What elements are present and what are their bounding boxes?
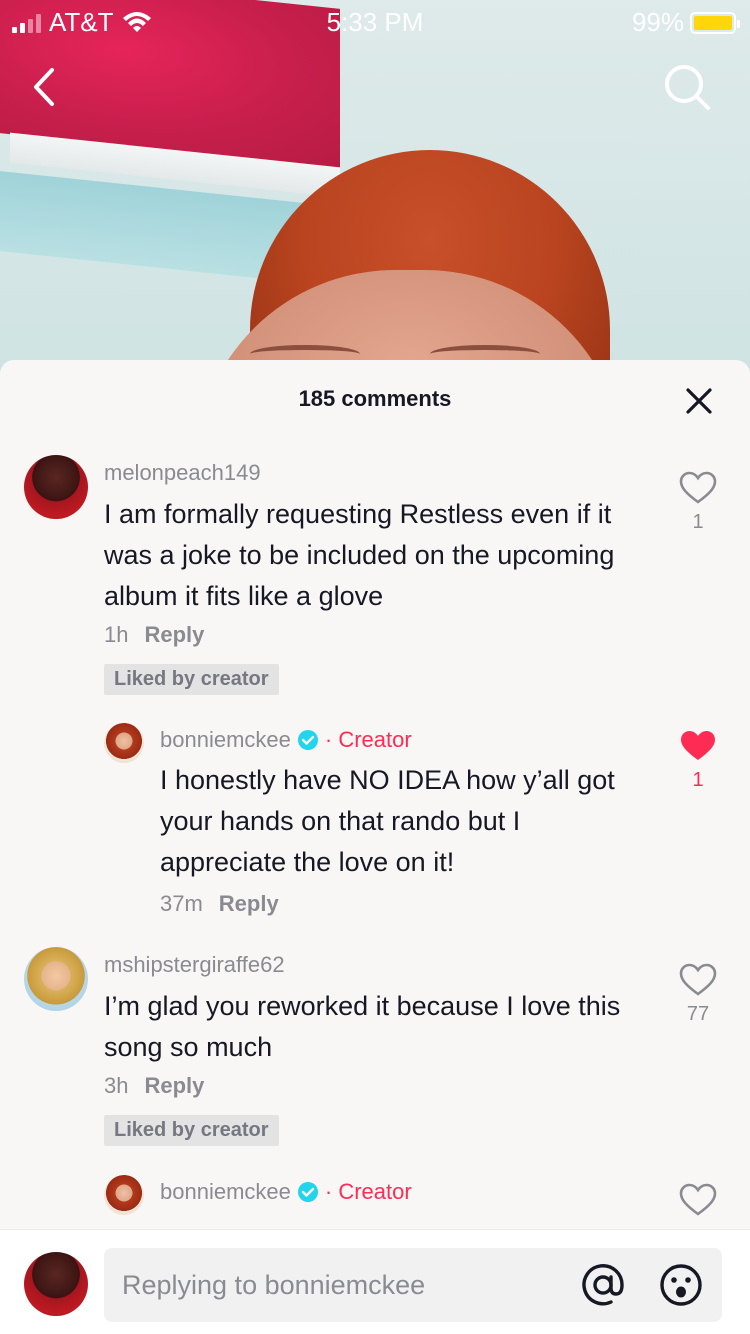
comment-time: 1h [104,622,129,647]
creator-tag: · Creator [324,727,412,752]
comment-username[interactable]: bonniemckee · Creator [160,1179,412,1205]
like-button[interactable]: 77 [678,963,718,1026]
heart-outline-icon [679,1183,717,1216]
liked-by-creator-badge: Liked by creator [104,664,279,695]
like-button[interactable] [678,1183,718,1217]
like-button[interactable]: 1 [678,729,718,792]
like-button[interactable]: 1 [678,471,718,534]
sheet-header: 185 comments [0,360,750,440]
search-icon[interactable] [662,62,712,112]
creator-tag: · Creator [324,1179,412,1204]
my-avatar [24,1252,88,1316]
reply-button[interactable]: Reply [219,891,279,917]
comment-text: I honestly have NO IDEA how y’all got yo… [160,765,615,877]
like-count: 1 [692,511,704,533]
verified-badge-icon [297,1182,318,1202]
comment-username[interactable]: mshipstergiraffe62 [104,952,285,978]
comment-text: I am formally requesting Restless even i… [104,499,615,611]
avatar[interactable] [24,455,88,519]
close-icon[interactable] [684,386,714,416]
emoji-icon[interactable] [658,1262,704,1308]
back-chevron-icon[interactable] [22,62,72,112]
comment-username[interactable]: bonniemckee · Creator [160,727,412,753]
comments-sheet: 185 comments melonpeach149 I am formally… [0,360,750,1334]
comment-input[interactable] [122,1248,562,1322]
video-background [0,0,750,380]
comment-meta: 37m Reply [160,891,279,917]
verified-badge-icon [297,730,318,750]
avatar[interactable] [104,723,144,763]
avatar[interactable] [24,947,88,1011]
comment-text: I’m glad you reworked it because I love … [104,991,621,1062]
heart-outline-icon [679,471,717,504]
battery-icon [690,11,740,34]
like-count: 1 [692,769,704,791]
battery-percent: 99% [631,7,684,37]
avatar[interactable] [104,1175,144,1215]
comment-meta: 3h Reply [104,1073,204,1099]
reply-button[interactable]: Reply [144,1073,204,1099]
comment-list[interactable]: melonpeach149 I am formally requesting R… [0,440,750,1230]
like-count: 77 [686,1003,710,1025]
heart-filled-icon [681,731,715,760]
reply-button[interactable]: Reply [144,622,204,648]
comment-time: 37m [160,891,203,916]
liked-by-creator-badge: Liked by creator [104,1115,279,1146]
comment-input-bar [0,1229,750,1334]
heart-outline-icon [679,963,717,996]
comment-meta: 1h Reply [104,622,204,648]
mention-at-icon[interactable] [580,1262,626,1308]
comment-username[interactable]: melonpeach149 [104,460,261,486]
status-bar: AT&T 5:33 PM 99% [0,0,750,40]
comment-count: 185 comments [298,386,452,411]
comment-input-container[interactable] [104,1248,722,1322]
comment-time: 3h [104,1073,129,1098]
